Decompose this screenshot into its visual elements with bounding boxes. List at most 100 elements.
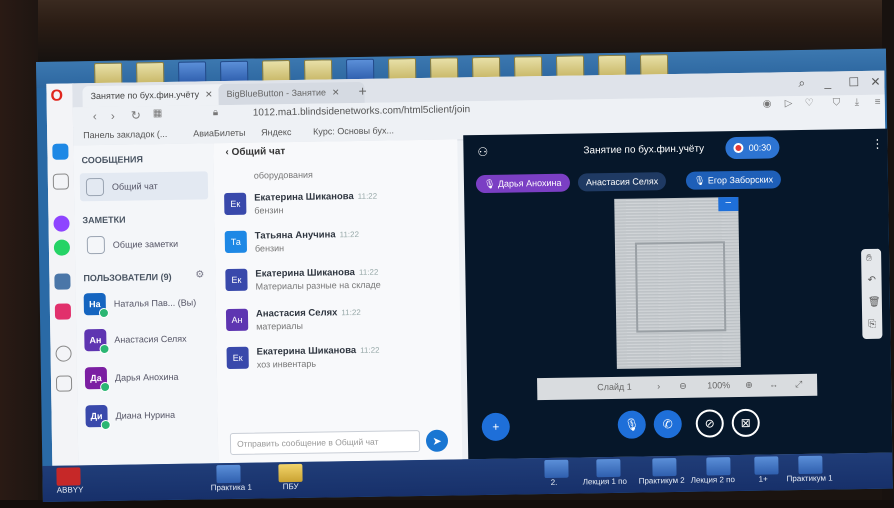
back-icon[interactable]: ‹ xyxy=(93,109,97,123)
home-icon[interactable] xyxy=(52,143,69,160)
avatar: Ди xyxy=(85,404,111,431)
options-menu-icon[interactable]: ⋮ xyxy=(871,137,883,151)
file-icon[interactable] xyxy=(754,456,779,475)
forward-icon[interactable]: › xyxy=(111,109,115,123)
folder-icon[interactable] xyxy=(278,463,303,483)
chat-title[interactable]: ‹ Общий чат xyxy=(225,146,285,158)
bookmark-avia[interactable]: AвиаБилеты xyxy=(193,128,245,139)
minimize-presentation-button[interactable]: – xyxy=(718,196,739,212)
screenshare-button[interactable]: ⊠ xyxy=(731,408,760,438)
menu-icon[interactable]: ≡ xyxy=(875,97,881,108)
notes-icon xyxy=(86,235,106,255)
user-item[interactable]: Ди Диана Нурина xyxy=(85,404,175,431)
audio-button[interactable]: ✆ xyxy=(653,409,682,439)
taskbar-item[interactable]: 2. xyxy=(551,478,558,487)
messenger-icon[interactable] xyxy=(53,215,70,232)
users-toggle-icon[interactable]: ⚇ xyxy=(477,145,488,159)
close-tab-icon[interactable]: ✕ xyxy=(332,87,340,97)
taskbar-item[interactable]: Практика 1 xyxy=(211,483,252,493)
opera-logo-icon[interactable]: O xyxy=(50,88,63,106)
speed-dial-icon[interactable]: ▦ xyxy=(153,108,163,119)
chat-icon xyxy=(85,177,105,197)
talker-badge: 🎙︎ Егор Заборских xyxy=(685,170,782,190)
word-document-icon[interactable] xyxy=(706,457,731,476)
cart-icon[interactable]: ⛉ xyxy=(833,97,841,108)
trash-icon[interactable]: 🗑︎ xyxy=(868,297,881,308)
download-icon[interactable]: ⤓ xyxy=(855,97,860,108)
vk-icon[interactable] xyxy=(54,273,71,290)
chat-message: Ек Екатерина Шиканова 11:22 Материалы раз… xyxy=(225,265,455,292)
send-button[interactable]: ➤ xyxy=(425,429,449,452)
zoom-out-icon[interactable]: ⊖ xyxy=(679,381,687,392)
taskbar-item[interactable]: Практикум 2 xyxy=(639,476,685,486)
tab-lesson[interactable]: Занятие по бух.фин.учёту ✕ xyxy=(82,83,229,108)
plus-icon: + xyxy=(492,419,500,434)
avatar: Ан xyxy=(84,328,110,355)
heart-icon[interactable]: ♡ xyxy=(805,98,814,109)
taskbar-item[interactable]: ABBYY xyxy=(57,485,84,494)
chat-message-input[interactable]: Отправить сообщение в Общий чат xyxy=(229,430,421,455)
fullscreen-icon[interactable]: ⤢ xyxy=(795,379,802,390)
next-slide-icon[interactable]: › xyxy=(657,381,660,391)
new-tab-icon[interactable]: + xyxy=(358,83,366,99)
camera-button[interactable]: ⊘ xyxy=(695,409,724,438)
taskbar-item[interactable]: ПБУ xyxy=(283,482,299,491)
word-document-icon[interactable] xyxy=(652,457,677,477)
chat-message: Ек Екатерина Шиканова 11:22 хоз инвентарь xyxy=(226,343,457,370)
undo-icon[interactable]: ↶ xyxy=(867,275,876,286)
record-icon xyxy=(733,142,744,154)
public-chat-item[interactable]: Общий чат xyxy=(79,171,209,202)
microphone-button[interactable]: 🎙︎ xyxy=(617,410,646,439)
user-item[interactable]: Да Дарья Анохина xyxy=(84,366,179,393)
word-document-icon[interactable] xyxy=(596,458,621,478)
minimize-icon[interactable]: _ xyxy=(824,76,831,90)
zoom-in-icon[interactable]: ⊕ xyxy=(745,380,753,391)
monitor-bezel-bottom xyxy=(0,500,894,508)
word-document-icon[interactable] xyxy=(216,464,241,484)
taskbar-item[interactable]: 1+ xyxy=(759,475,768,484)
recording-indicator[interactable]: 00:30 xyxy=(725,136,780,160)
screen: O Занятие по бух.фин.учёту ✕ BigBlueButto… xyxy=(36,48,893,502)
hand-tool-icon[interactable]: ✋︎ xyxy=(866,253,872,264)
maximize-icon[interactable]: ☐ xyxy=(848,75,859,89)
abbyy-icon[interactable] xyxy=(56,467,81,486)
send-icon[interactable] xyxy=(55,375,73,392)
bookmark-panel[interactable]: Панель закладок (... xyxy=(83,129,167,140)
file-icon[interactable] xyxy=(544,459,569,479)
star-icon[interactable] xyxy=(52,173,70,190)
whatsapp-icon[interactable] xyxy=(53,239,71,256)
search-tabs-icon[interactable]: ⌕ xyxy=(798,76,805,91)
talker-badge: 🎙︎ Дарья Анохина xyxy=(475,173,570,194)
close-tab-icon[interactable]: ✕ xyxy=(205,89,213,99)
screenshare-off-icon: ⊠ xyxy=(740,415,751,430)
url-field[interactable]: 1012.ma1.blindsidenetworks.com/html5clie… xyxy=(253,104,470,118)
camera-icon[interactable]: ◉ xyxy=(763,98,772,109)
bookmark-course[interactable]: Курс: Основы бух... xyxy=(313,125,394,136)
multi-user-icon[interactable]: ⎘ xyxy=(868,319,876,330)
reload-icon[interactable]: ↻ xyxy=(131,108,141,122)
fit-width-icon[interactable]: ↔ xyxy=(769,379,778,389)
instagram-icon[interactable] xyxy=(54,303,72,320)
taskbar-item[interactable]: Лекция 1 по xyxy=(583,477,627,487)
lock-icon: 🔒︎ xyxy=(212,107,219,119)
play-icon[interactable]: ▷ xyxy=(785,98,793,109)
user-item[interactable]: На Наталья Пав... (Вы) xyxy=(83,292,197,319)
chat-panel: ‹ Общий чат оборудования Ек Екатерина Ши… xyxy=(213,139,463,464)
shared-notes-item[interactable]: Общие заметки xyxy=(81,229,209,259)
tab-bigbluebutton[interactable]: BigBlueButton - Занятие ✕ xyxy=(218,81,365,106)
camera-off-icon: ⊘ xyxy=(704,416,715,431)
avatar: Ек xyxy=(224,192,247,216)
bookmark-yandex[interactable]: Яндекс xyxy=(261,127,291,137)
chat-message: Ек Екатерина Шиканова 11:22 бензин xyxy=(224,189,454,216)
word-document-icon[interactable] xyxy=(798,455,823,475)
send-icon: ➤ xyxy=(432,435,442,448)
user-item[interactable]: Ан Анастасия Селях xyxy=(84,328,187,355)
notes-header: ЗАМЕТКИ xyxy=(82,214,126,226)
actions-button[interactable]: + xyxy=(481,412,511,442)
player-icon[interactable] xyxy=(55,345,72,362)
slide-selector[interactable]: Слайд 1 xyxy=(597,382,632,393)
taskbar-item[interactable]: Лекция 2 по xyxy=(691,475,735,485)
taskbar-item[interactable]: Практикум 1 xyxy=(787,474,833,484)
close-window-icon[interactable]: ✕ xyxy=(870,75,880,89)
settings-gear-icon[interactable]: ⚙ xyxy=(195,269,204,280)
